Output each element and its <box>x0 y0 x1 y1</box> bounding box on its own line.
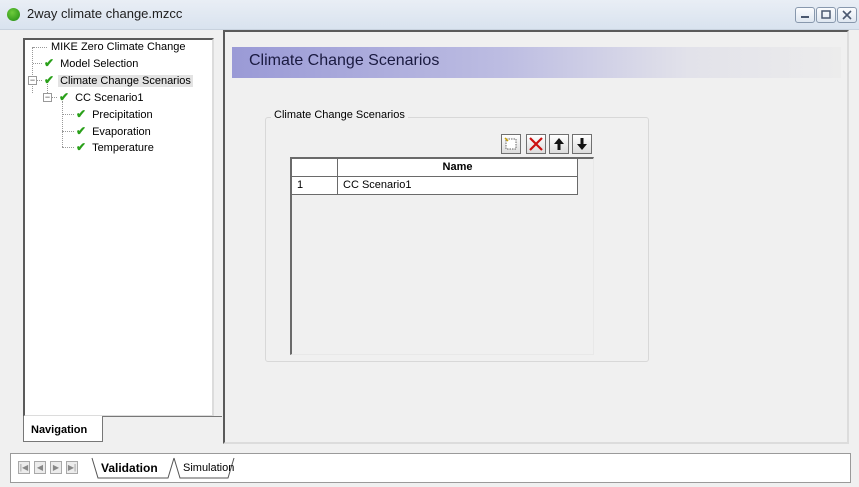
checkmark-icon: ✔ <box>44 56 55 70</box>
delete-icon <box>529 137 543 151</box>
checkmark-icon: ✔ <box>59 90 70 104</box>
grid-header-name[interactable]: Name <box>338 159 578 177</box>
last-tab-icon[interactable]: ▶| <box>66 461 78 474</box>
first-tab-icon[interactable]: |◀ <box>18 461 30 474</box>
window-title: 2way climate change.mzcc <box>27 6 183 21</box>
grid-header-index <box>292 159 338 177</box>
scenario-grid[interactable]: Name 1 CC Scenario1 <box>290 157 594 355</box>
prev-tab-icon[interactable]: ◀ <box>34 461 46 474</box>
minimize-icon <box>801 16 809 18</box>
next-tab-icon[interactable]: ▶ <box>50 461 62 474</box>
delete-row-button[interactable] <box>526 134 546 154</box>
move-up-icon <box>554 138 564 150</box>
tab-simulation[interactable]: Simulation <box>183 462 234 474</box>
tree-line <box>37 80 42 81</box>
grid-cell-name[interactable]: CC Scenario1 <box>338 177 578 195</box>
tree-item-temperature[interactable]: ✔ Temperature <box>76 140 156 155</box>
close-icon <box>842 10 852 20</box>
tree-line <box>62 114 74 115</box>
tree-line <box>32 47 33 93</box>
page-title: Climate Change Scenarios <box>249 52 440 69</box>
tree-item-precipitation[interactable]: ✔ Precipitation <box>76 107 155 122</box>
collapse-icon[interactable]: − <box>28 76 37 85</box>
close-button[interactable] <box>837 7 857 23</box>
checkmark-icon: ✔ <box>76 107 87 121</box>
new-row-button[interactable] <box>501 134 521 154</box>
checkmark-icon: ✔ <box>44 73 55 87</box>
tree-item-label: Precipitation <box>92 109 153 121</box>
minimize-button[interactable] <box>795 7 815 23</box>
new-row-icon <box>504 137 517 150</box>
tab-navigation[interactable]: Navigation <box>23 416 103 442</box>
tree-item-root[interactable]: MIKE Zero Climate Change <box>49 40 188 55</box>
tab-validation[interactable]: Validation <box>101 461 158 475</box>
tree-item-label: CC Scenario1 <box>75 92 144 104</box>
navigation-tree: − − MIKE Zero Climate Change ✔ Model Sele… <box>23 38 214 417</box>
tree-item-model-selection[interactable]: ✔ Model Selection <box>44 56 140 71</box>
tree-item-climate-change-scenarios[interactable]: ✔ Climate Change Scenarios <box>44 73 193 88</box>
tree-line <box>62 131 74 132</box>
group-label: Climate Change Scenarios <box>271 109 408 121</box>
tree-item-label: MIKE Zero Climate Change <box>51 41 186 53</box>
checkmark-icon: ✔ <box>76 140 87 154</box>
tree-item-label: Climate Change Scenarios <box>58 75 193 87</box>
maximize-button[interactable] <box>816 7 836 23</box>
tree-line <box>62 101 63 147</box>
move-down-button[interactable] <box>572 134 592 154</box>
app-icon <box>7 8 20 21</box>
tree-line <box>33 63 42 64</box>
tree-item-label: Evaporation <box>92 126 151 138</box>
tree-line <box>62 147 74 148</box>
tree-item-cc-scenario1[interactable]: ✔ CC Scenario1 <box>59 90 146 105</box>
checkmark-icon: ✔ <box>76 124 87 138</box>
move-up-button[interactable] <box>549 134 569 154</box>
collapse-icon[interactable]: − <box>43 93 52 102</box>
grid-row-index[interactable]: 1 <box>292 177 338 195</box>
tree-item-label: Temperature <box>92 142 154 154</box>
tree-item-evaporation[interactable]: ✔ Evaporation <box>76 124 153 139</box>
tree-item-label: Model Selection <box>60 58 139 70</box>
tab-divider <box>103 416 222 417</box>
move-down-icon <box>577 138 587 150</box>
maximize-icon <box>821 10 831 19</box>
tree-line <box>33 47 47 48</box>
